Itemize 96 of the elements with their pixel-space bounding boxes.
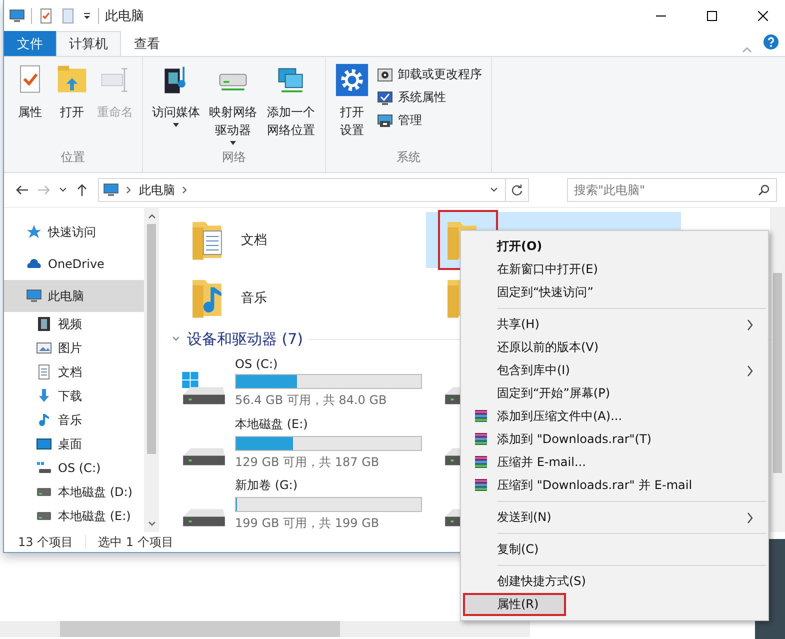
item-count: 13 个项目 [18, 534, 74, 550]
chevron-right-icon [746, 512, 754, 524]
ribbon-tab[interactable]: 文件 [4, 31, 56, 56]
sidebar-item[interactable]: 快速访问 [4, 216, 144, 248]
ribbon-button[interactable]: 卸载或更改程序 [374, 64, 485, 85]
menu-item[interactable]: 打开(O) [463, 235, 766, 258]
desktop-icon [36, 436, 52, 452]
caret-icon [229, 139, 237, 147]
books-stack-icon [473, 432, 489, 448]
drive-icon [36, 460, 52, 476]
menu-item[interactable]: 复制(C) [463, 538, 766, 561]
chevron-right-icon[interactable] [181, 186, 189, 194]
sidebar-item[interactable]: 视频 [4, 312, 144, 336]
sidebar-item[interactable]: 此电脑 [4, 280, 144, 312]
menu-item[interactable]: 压缩到 "Downloads.rar" 并 E-mail [463, 474, 766, 497]
scroll-down-icon[interactable] [146, 520, 156, 528]
drive-name: 新加卷 (G:) [235, 477, 299, 494]
chevron-right-icon [746, 318, 754, 330]
picture-icon [36, 340, 52, 356]
menu-item[interactable]: 固定到“快速访问” [463, 281, 766, 304]
ribbon-tab[interactable]: 查看 [121, 31, 173, 56]
star-icon [26, 224, 42, 240]
sidebar-item[interactable]: 本地磁盘 (E:) [4, 504, 144, 528]
ribbon-button[interactable]: 映射网络驱动器 [205, 61, 261, 149]
menu-item[interactable]: 发送到(N) [463, 506, 766, 529]
books-stack-icon [473, 408, 489, 424]
scroll-up-icon[interactable] [146, 212, 156, 220]
sidebar-item[interactable]: 文档 [4, 360, 144, 384]
computer-icon[interactable] [9, 8, 25, 24]
menu-item[interactable]: 固定到“开始”屏幕(P) [463, 382, 766, 405]
menu-item[interactable]: 添加到压缩文件中(A)... [463, 405, 766, 428]
scrollbar[interactable] [0, 621, 530, 637]
folder-name: 音乐 [241, 290, 267, 307]
sidebar-item[interactable]: 桌面 [4, 432, 144, 456]
selection-count: 选中 1 个项目 [98, 534, 174, 550]
computer-icon [26, 288, 42, 304]
menu-item[interactable]: 压缩并 E-mail... [463, 451, 766, 474]
folder-tile[interactable]: 文档 [171, 212, 426, 268]
sidebar-item[interactable]: 音乐 [4, 408, 144, 432]
close-icon [758, 10, 768, 20]
computer-icon [377, 112, 393, 128]
scrollbar[interactable] [770, 208, 785, 532]
ribbon-button[interactable]: 属性 [10, 61, 50, 123]
search-field[interactable]: 搜索"此电脑" [567, 178, 777, 202]
address-bar[interactable]: 此电脑 [98, 178, 529, 202]
sidebar-item[interactable]: OneDrive [4, 248, 144, 280]
folder-name: 文档 [241, 232, 267, 249]
menu-item[interactable]: 还原以前的版本(V) [463, 336, 766, 359]
music-note-icon [36, 412, 52, 428]
ribbon-group-label: 网络 [221, 149, 247, 166]
sidebar-item[interactable]: 图片 [4, 336, 144, 360]
free-space-text: 56.4 GB 可用，共 84.0 GB [235, 392, 388, 408]
menu-item[interactable]: 属性(R) [463, 593, 566, 616]
drive-name: 本地磁盘 (E:) [235, 416, 309, 433]
chevron-right-icon[interactable] [125, 186, 133, 194]
caret-icon [172, 121, 180, 129]
free-space-text: 129 GB 可用，共 187 GB [235, 454, 380, 471]
film-icon [36, 316, 52, 332]
breadcrumb[interactable]: 此电脑 [139, 182, 175, 198]
dropdown-icon[interactable] [82, 10, 92, 20]
ribbon-button[interactable]: 添加一个网络位置 [263, 61, 319, 141]
sidebar-item[interactable]: 本地磁盘 (D:) [4, 480, 144, 504]
group-title: 设备和驱动器 (7) [187, 330, 304, 348]
search-icon[interactable] [758, 184, 770, 196]
books-stack-icon [473, 454, 489, 470]
ribbon-button[interactable]: 系统属性 [374, 87, 485, 108]
refresh-icon[interactable] [511, 184, 523, 196]
chevron-right-icon [746, 364, 754, 376]
window-title: 此电脑 [105, 8, 144, 24]
ribbon-group-label: 系统 [396, 149, 422, 166]
menu-item[interactable]: 创建快捷方式(S) [463, 570, 766, 593]
sidebar-item[interactable]: 下载 [4, 384, 144, 408]
ribbon-button[interactable]: 打开 [52, 61, 92, 123]
settings-icon [335, 63, 369, 97]
monitor-check-icon [377, 90, 393, 106]
sidebar-item[interactable]: OS (C:) [4, 456, 144, 480]
ribbon-button[interactable]: 打开设置 [332, 61, 372, 141]
drive-name: OS (C:) [235, 356, 279, 370]
ribbon-group-label: 位置 [60, 149, 86, 166]
menu-item[interactable]: 添加到 "Downloads.rar"(T) [463, 428, 766, 451]
scrollbar[interactable] [144, 208, 159, 532]
menu-item[interactable]: 共享(H) [463, 313, 766, 336]
menu-item[interactable]: 在新窗口中打开(E) [463, 258, 766, 281]
menu-item[interactable]: 包含到库中(I) [463, 359, 766, 382]
books-stack-icon [473, 478, 489, 494]
folder-tile[interactable]: 音乐 [171, 270, 426, 326]
maximize-icon [706, 10, 716, 20]
document-icon [36, 364, 52, 380]
ribbon-button[interactable]: 访问媒体 [149, 61, 203, 131]
ribbon-tab[interactable]: 计算机 [56, 31, 121, 56]
ribbon-button[interactable]: 管理 [374, 110, 485, 131]
download-icon [36, 388, 52, 404]
help-icon[interactable] [763, 34, 779, 50]
computer-icon [103, 182, 119, 198]
checklist-icon[interactable] [38, 8, 54, 24]
free-space-text: 199 GB 可用，共 199 GB [235, 515, 380, 532]
